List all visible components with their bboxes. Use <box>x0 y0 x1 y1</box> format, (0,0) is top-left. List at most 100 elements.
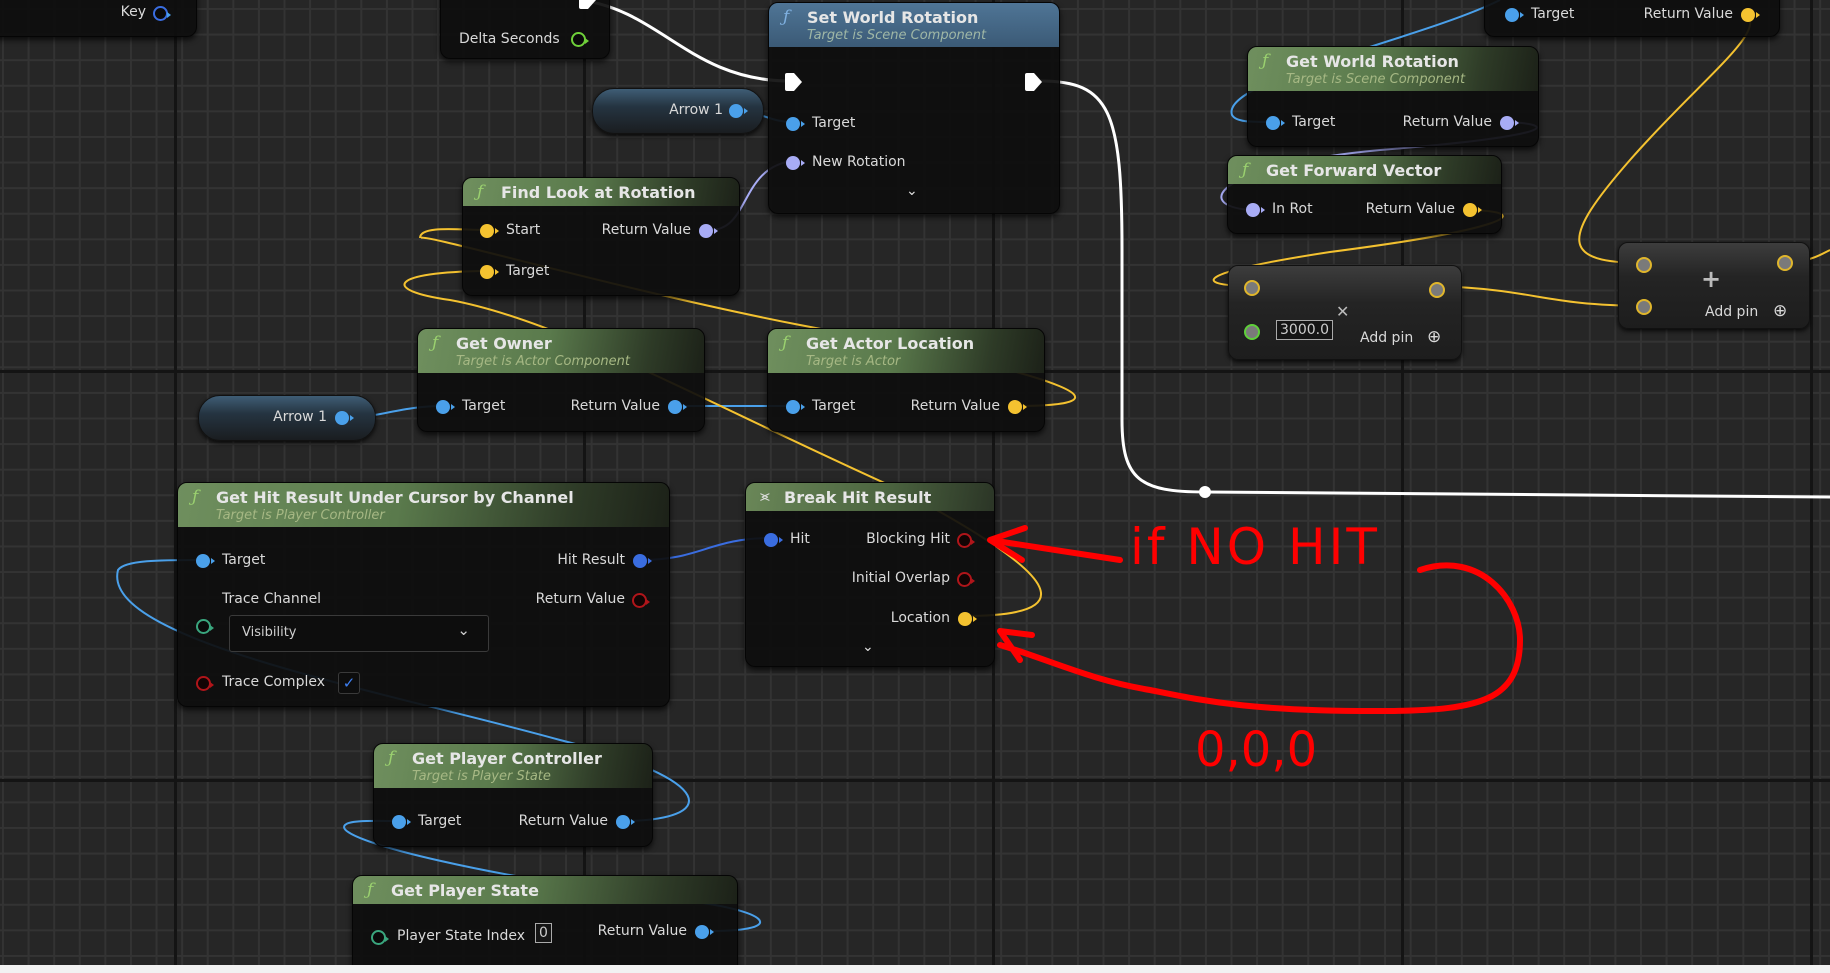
new-rotation-pin[interactable] <box>786 156 805 170</box>
target-pin[interactable] <box>480 265 499 279</box>
annotation-arrow-to-blocking-hit <box>987 525 1123 563</box>
node-subtitle: Target is Scene Component <box>1286 72 1466 87</box>
top-right-node[interactable]: Target Return Value <box>1484 0 1780 37</box>
target-pin[interactable] <box>1266 116 1285 130</box>
node-header: ƒ Get Owner Target is Actor Component <box>418 329 704 373</box>
node-title: Get World Rotation <box>1286 52 1459 71</box>
pin-label-target: Target <box>462 398 506 414</box>
node-title: Get Owner <box>456 334 552 353</box>
function-icon: ƒ <box>367 880 374 900</box>
node-header: ƒ Get Actor Location Target is Actor <box>768 329 1044 373</box>
input-key-node[interactable]: Key <box>0 0 197 37</box>
add-node[interactable]: + Add pin ⊕ <box>1618 242 1810 329</box>
delta-seconds-pin[interactable] <box>571 32 589 47</box>
vector-output-pin[interactable] <box>1429 282 1445 298</box>
input-pin-a[interactable] <box>1636 257 1652 273</box>
target-pin[interactable] <box>436 400 455 414</box>
target-pin[interactable] <box>1505 8 1524 22</box>
return-value-pin[interactable] <box>1500 116 1519 130</box>
target-pin[interactable] <box>392 815 411 829</box>
break-hit-result-node[interactable]: ⪤ Break Hit Result Hit Blocking Hit Init… <box>745 482 995 667</box>
float-input-pin[interactable] <box>1244 324 1260 340</box>
pin-label-trace-channel: Trace Channel <box>222 591 322 607</box>
arrow-variable-node-bottom[interactable]: Arrow 1 <box>198 395 376 441</box>
location-pin[interactable] <box>958 612 977 626</box>
hit-input-pin[interactable] <box>764 533 783 547</box>
find-look-at-rotation-node[interactable]: ƒ Find Look at Rotation Start Return Val… <box>462 177 740 296</box>
get-player-state-node[interactable]: ƒ Get Player State Player State Index 0 … <box>352 875 738 965</box>
expand-chevron-icon[interactable]: ⌄ <box>862 639 874 655</box>
node-header: ƒ Set World Rotation Target is Scene Com… <box>769 3 1059 47</box>
arrow-variable-node-top[interactable]: Arrow 1 <box>592 88 764 134</box>
set-world-rotation-node[interactable]: ƒ Set World Rotation Target is Scene Com… <box>768 2 1060 214</box>
return-value-pin[interactable] <box>632 593 650 608</box>
node-title: Get Player Controller <box>412 749 602 768</box>
get-hit-result-under-cursor-node[interactable]: ƒ Get Hit Result Under Cursor by Channel… <box>177 482 670 707</box>
wire-mult-to-add <box>1437 285 1646 307</box>
trace-channel-pin[interactable] <box>196 619 214 634</box>
return-value-pin[interactable] <box>1008 400 1027 414</box>
annotation-if-no-hit: if NO HIT <box>1130 518 1380 576</box>
clear-icon[interactable]: ✕ <box>1336 302 1349 321</box>
trace-complex-pin[interactable] <box>196 676 214 691</box>
target-pin[interactable] <box>786 117 805 131</box>
add-pin-icon[interactable]: ⊕ <box>1427 327 1441 347</box>
pin-label-hit-result: Hit Result <box>557 552 625 568</box>
add-pin-icon[interactable]: ⊕ <box>1773 301 1787 321</box>
add-pin-label[interactable]: Add pin <box>1705 304 1758 320</box>
node-subtitle: Target is Actor <box>806 354 901 369</box>
node-title: Find Look at Rotation <box>501 183 696 202</box>
event-tick-node[interactable]: Delta Seconds <box>440 0 610 59</box>
blocking-hit-pin[interactable] <box>957 533 975 548</box>
expand-chevron-icon[interactable]: ⌄ <box>906 183 918 199</box>
in-rot-pin[interactable] <box>1246 203 1265 217</box>
trace-complex-checkbox[interactable]: ✓ <box>338 672 360 694</box>
node-header: ƒ Get Hit Result Under Cursor by Channel… <box>178 483 669 527</box>
return-value-pin[interactable] <box>1741 8 1760 22</box>
return-value-pin[interactable] <box>695 925 714 939</box>
get-actor-location-node[interactable]: ƒ Get Actor Location Target is Actor Tar… <box>767 328 1045 432</box>
output-pin[interactable] <box>1777 255 1793 271</box>
pin-label-new-rotation: New Rotation <box>812 154 906 170</box>
multiplier-value-input[interactable]: 3000.0 <box>1276 320 1333 340</box>
get-world-rotation-node[interactable]: ƒ Get World Rotation Target is Scene Com… <box>1247 46 1539 147</box>
target-pin[interactable] <box>196 554 215 568</box>
add-pin-label[interactable]: Add pin <box>1360 330 1413 346</box>
hit-result-pin[interactable] <box>633 554 652 568</box>
plus-icon: + <box>1701 265 1722 293</box>
blueprint-graph-canvas[interactable]: Key Delta Seconds ƒ Set World Rotation T… <box>0 0 1830 965</box>
vector-input-pin[interactable] <box>1244 280 1260 296</box>
return-value-pin[interactable] <box>1463 203 1482 217</box>
node-title: Set World Rotation <box>807 8 979 27</box>
initial-overlap-pin[interactable] <box>957 572 975 587</box>
start-pin[interactable] <box>480 224 499 238</box>
pin-label-target: Target <box>1292 114 1336 130</box>
key-output-pin[interactable] <box>153 6 171 21</box>
pin-label-delta-seconds: Delta Seconds <box>459 31 560 47</box>
arrow-output-pin[interactable] <box>335 411 354 425</box>
variable-label: Arrow 1 <box>273 409 327 425</box>
arrow-output-pin[interactable] <box>729 104 748 118</box>
node-subtitle: Target is Player Controller <box>216 508 385 523</box>
get-forward-vector-node[interactable]: ƒ Get Forward Vector In Rot Return Value <box>1227 155 1502 234</box>
get-player-controller-node[interactable]: ƒ Get Player Controller Target is Player… <box>373 743 653 847</box>
return-value-pin[interactable] <box>668 400 687 414</box>
node-subtitle: Target is Scene Component <box>807 28 987 43</box>
pin-label-target: Target <box>506 263 550 279</box>
break-struct-icon: ⪤ <box>760 487 770 505</box>
return-value-pin[interactable] <box>616 815 635 829</box>
node-title: Get Player State <box>391 881 539 900</box>
player-state-index-input[interactable]: 0 <box>535 923 552 943</box>
input-pin-b[interactable] <box>1636 299 1652 315</box>
trace-channel-dropdown[interactable]: Visibility ⌄ <box>229 615 489 652</box>
node-header: ƒ Get Player State <box>353 876 737 904</box>
get-owner-node[interactable]: ƒ Get Owner Target is Actor Component Ta… <box>417 328 705 432</box>
target-pin[interactable] <box>786 400 805 414</box>
player-state-index-pin[interactable] <box>371 930 389 945</box>
node-subtitle: Target is Player State <box>412 769 551 784</box>
return-value-pin[interactable] <box>699 224 718 238</box>
node-title: Get Forward Vector <box>1266 161 1442 180</box>
multiply-node[interactable]: 3000.0 ✕ Add pin ⊕ <box>1228 265 1462 360</box>
node-header: ⪤ Break Hit Result <box>746 483 994 511</box>
pin-label-initial-overlap: Initial Overlap <box>851 570 950 586</box>
